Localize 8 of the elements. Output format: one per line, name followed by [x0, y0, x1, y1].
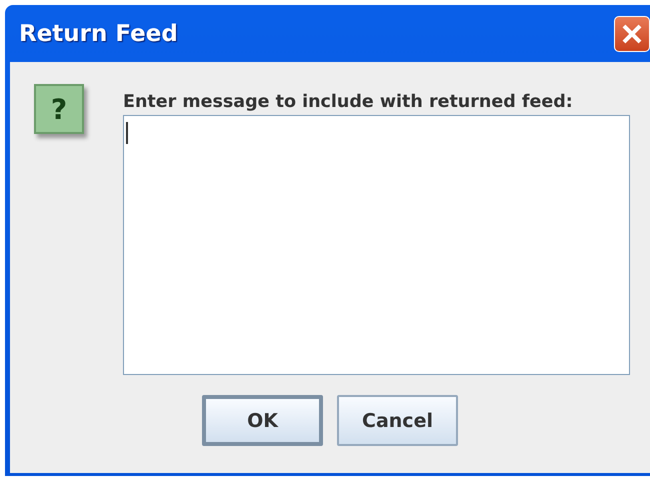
prompt-label: Enter message to include with returned feed:: [123, 92, 574, 112]
dialog-button[interactable]: OK: [202, 395, 323, 446]
window-title: Return Feed: [19, 20, 178, 46]
message-field[interactable]: [123, 115, 630, 375]
dialog-button[interactable]: Cancel: [337, 395, 458, 446]
close-button[interactable]: [614, 16, 650, 52]
question-icon: ?: [34, 84, 84, 134]
close-icon: [621, 23, 643, 45]
